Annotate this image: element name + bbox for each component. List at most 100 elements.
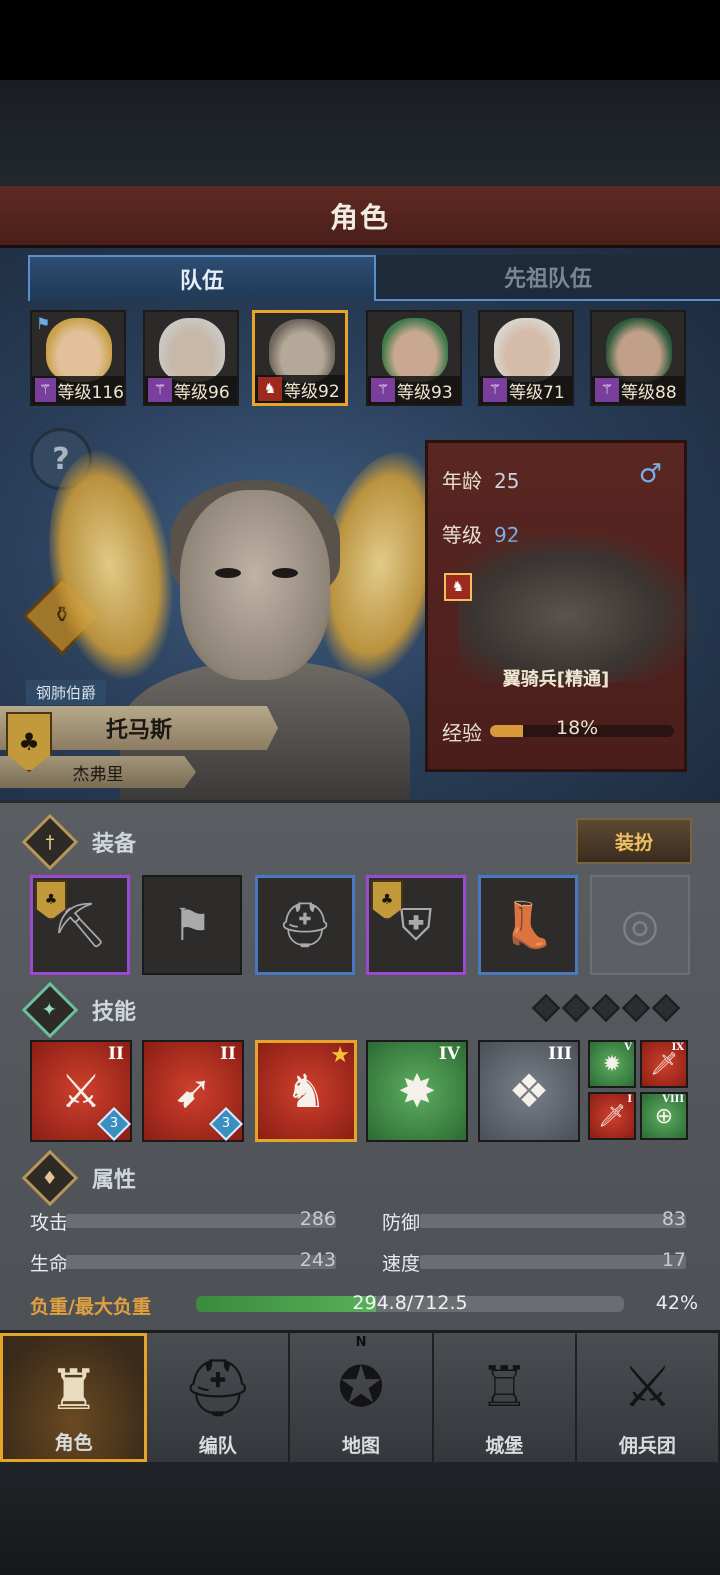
nav-character[interactable]: ♜ 角色 (0, 1333, 148, 1462)
level-label: 等级93 (397, 382, 453, 403)
winged-hussar-image (458, 533, 698, 683)
sword-icon: 🗡 (650, 1051, 678, 1077)
crystal-burst-icon: ✸ (397, 1064, 437, 1118)
roster-card[interactable]: ⚚ 等级93 (366, 310, 462, 406)
portrait-thumb (382, 318, 448, 382)
staff-icon: ⚚ (483, 378, 507, 402)
equip-slot-weapon[interactable]: ♣ ⛏ (30, 875, 130, 975)
stat-life-label: 生命 (30, 1253, 69, 1275)
equip-slot-helmet[interactable]: ⛑ (255, 875, 355, 975)
level-label: 等级71 (509, 382, 565, 403)
mini-skill-slot[interactable]: 🗡 IX (640, 1040, 688, 1088)
mercenary-icon: ⚔ (622, 1355, 673, 1420)
level-label: 等级96 (174, 382, 230, 403)
crest-icon: ♣ (371, 880, 403, 920)
nav-label: 城堡 (485, 1435, 524, 1457)
staff-icon: ⚚ (595, 378, 619, 402)
charge-icon: ➹ (173, 1064, 213, 1118)
age-label: 年龄 (442, 469, 482, 493)
equip-slot-armor[interactable]: ♣ ⛨ (366, 875, 466, 975)
male-icon: ♂ (638, 459, 662, 489)
status-bar (0, 0, 720, 80)
mini-skill-slot[interactable]: 🗡 I (588, 1092, 636, 1140)
burst-icon: ✹ (602, 1051, 622, 1077)
roster-list: ⚑ ⚚ 等级116 ⚚ 等级96 ♞ 等级92 ⚚ 等级93 ⚚ 等级71 ⚚ 等级88 (30, 310, 690, 406)
header-bar: 角色 (0, 186, 720, 248)
skill-pip (591, 993, 621, 1023)
portrait-thumb (494, 318, 560, 382)
star-icon: ★ (330, 1043, 350, 1068)
bottom-nav: ♜ 角色 ⛑ 编队 N ✪ 地图 ♖ 城堡 ⚔ 佣兵团 (0, 1330, 720, 1462)
info-card: 年龄25 ♂ 等级92 ♞ 翼骑兵[精通] 经验 18% (425, 440, 698, 772)
knight-icon: ♜ (48, 1358, 99, 1423)
nav-castle[interactable]: ♖ 城堡 (433, 1333, 577, 1462)
skill-slot[interactable]: ⚔ II 3 (30, 1040, 132, 1142)
nav-map[interactable]: N ✪ 地图 (290, 1333, 434, 1462)
roster-card[interactable]: ⚚ 等级96 (143, 310, 239, 406)
skill-pip (651, 993, 681, 1023)
character-title: 钢肺伯爵 (26, 680, 107, 705)
exp-percent: 18% (556, 717, 599, 739)
page-title: 角色 (329, 200, 390, 234)
skill-rank: II (220, 1044, 236, 1064)
skill-slot[interactable]: ✸ IV (366, 1040, 468, 1142)
unit-name: 翼骑兵[精通] (502, 669, 610, 690)
load-label: 负重/最大负重 (30, 1296, 151, 1318)
attributes-header: ♦ 属性 (21, 1149, 137, 1207)
horse-icon: ♞ (258, 377, 282, 401)
horse-banner-icon: ♞ (285, 1064, 327, 1118)
ring-icon: ◎ (620, 899, 660, 951)
equip-slot-ring[interactable]: ◎ (590, 875, 690, 975)
mini-skill-slot[interactable]: ⊕ VIII (640, 1092, 688, 1140)
roster-card[interactable]: ⚑ ⚚ 等级116 (30, 310, 126, 406)
stat-speed-label: 速度 (382, 1253, 421, 1275)
tab-ancestor-team[interactable]: 先祖队伍 (376, 255, 720, 301)
tab-team[interactable]: 队伍 (28, 255, 376, 301)
skill-slot[interactable]: ♞ ★ (255, 1040, 357, 1142)
skill-list: ⚔ II 3 ➹ II 3 ♞ ★ ✸ IV ❖ III ✹ V 🗡 IX 🗡 I ⊕… (30, 1040, 690, 1142)
horse-icon: ♞ (444, 573, 472, 601)
skill-rank: II (108, 1044, 124, 1064)
staff-icon: ⚚ (371, 378, 395, 402)
skill-rank: III (548, 1044, 572, 1064)
roster-card-selected[interactable]: ♞ 等级92 (252, 310, 348, 406)
dagger-icon: † (45, 831, 55, 853)
compass-icon: ✪ (337, 1355, 385, 1420)
target-icon: ⊕ (654, 1103, 674, 1129)
sword-icon: 🗡 (598, 1103, 626, 1129)
stat-life-value: 243 (299, 1249, 336, 1271)
skill-pip (621, 993, 651, 1023)
dress-up-button[interactable]: 装扮 (576, 818, 692, 864)
equip-slot-boots[interactable]: 👢 (478, 875, 578, 975)
skill-slot[interactable]: ❖ III (478, 1040, 580, 1142)
stat-defense-label: 防御 (382, 1212, 421, 1234)
portrait-thumb (46, 318, 112, 382)
nav-label: 角色 (54, 1432, 93, 1454)
attributes-title: 属性 (92, 1168, 137, 1193)
skill-level-badge: 3 (97, 1107, 131, 1141)
skills-title: 技能 (92, 1000, 137, 1025)
flame-icon: ♦ (41, 1167, 59, 1189)
stat-defense-value: 83 (661, 1208, 686, 1230)
skill-slot[interactable]: ➹ II 3 (142, 1040, 244, 1142)
age-value: 25 (494, 469, 520, 493)
equip-slot-banner[interactable]: ⚑ (142, 875, 242, 975)
star-icon: ✦ (42, 999, 58, 1021)
bottom-backdrop (0, 1462, 720, 1575)
nav-mercenary[interactable]: ⚔ 佣兵团 (576, 1333, 720, 1462)
top-backdrop (0, 80, 720, 188)
roster-card[interactable]: ⚚ 等级88 (590, 310, 686, 406)
sword-strike-icon: ⚔ (60, 1064, 102, 1118)
nav-label: 佣兵团 (618, 1435, 676, 1457)
exp-label: 经验 (442, 721, 482, 745)
stat-speed-value: 17 (661, 1249, 686, 1271)
mini-skill-slot[interactable]: ✹ V (588, 1040, 636, 1088)
helmet-icon: ⛑ (277, 900, 333, 951)
nav-formation[interactable]: ⛑ 编队 (147, 1333, 291, 1462)
castle-icon: ♖ (479, 1355, 530, 1420)
banner-icon: ⚑ (172, 899, 212, 951)
skill-pip (561, 993, 591, 1023)
staff-icon: ⚚ (35, 378, 56, 402)
roster-card[interactable]: ⚚ 等级71 (478, 310, 574, 406)
skill-rank: IX (671, 1042, 684, 1053)
